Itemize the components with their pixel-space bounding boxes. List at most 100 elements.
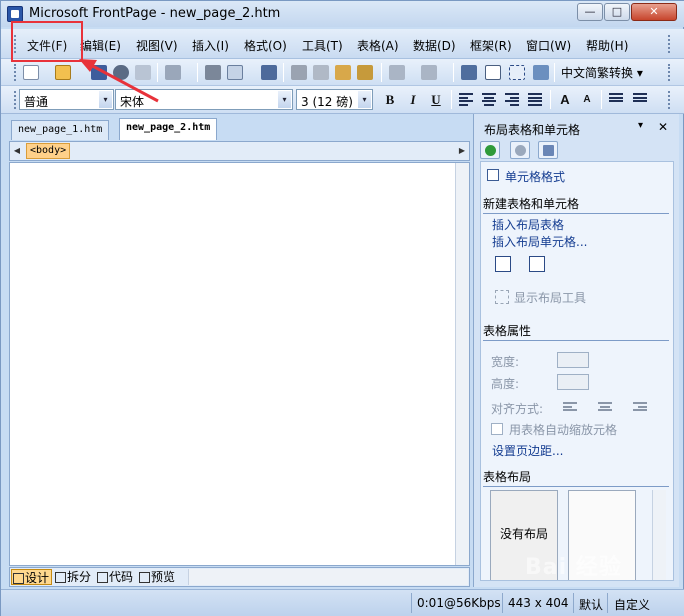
insert-layer-icon[interactable] — [509, 65, 525, 80]
font-size-dropdown-icon[interactable]: ▾ — [358, 91, 371, 108]
task-pane-close-icon[interactable]: ✕ — [658, 120, 668, 134]
task-pane-header: 布局表格和单元格 ▾ ✕ — [474, 114, 680, 140]
status-bar: 0:01@56Kbps 443 x 404 默认 自定义 — [1, 589, 684, 616]
undo-icon[interactable] — [389, 65, 405, 80]
font-dropdown-icon[interactable]: ▾ — [278, 91, 291, 108]
toolbar-grip-handle[interactable] — [14, 64, 17, 81]
bullet-list-icon[interactable] — [633, 93, 647, 106]
align-left-icon[interactable] — [459, 93, 473, 106]
task-pane-menu-icon[interactable]: ▾ — [638, 120, 643, 131]
style-value: 普通 — [24, 95, 49, 109]
view-design-button[interactable]: 设计 — [11, 569, 53, 585]
web-component-icon[interactable] — [165, 65, 181, 80]
justify-icon[interactable] — [528, 93, 542, 106]
close-button[interactable]: ✕ — [631, 3, 677, 21]
watermark: Bai 经验 — [525, 555, 622, 580]
default-status[interactable]: 默认 — [579, 596, 603, 613]
spelling-icon[interactable] — [261, 65, 277, 80]
font-size-select[interactable]: 3 (12 磅) ▾ — [296, 89, 373, 110]
align-center-icon[interactable] — [482, 93, 496, 106]
task-pane-body: 单元格格式 新建表格和单元格 插入布局表格 插入布局单元格... 显示布局工具 … — [480, 161, 674, 581]
tab-new-page-2[interactable]: new_page_2.htm — [119, 118, 218, 140]
task-pane-title: 布局表格和单元格 — [484, 123, 581, 137]
menu-data[interactable]: 数据(D) — [413, 37, 456, 54]
menu-tools[interactable]: 工具(T) — [302, 37, 343, 54]
insert-layout-table-link[interactable]: 插入布局表格 — [492, 216, 564, 233]
home-icon[interactable] — [538, 141, 558, 159]
menu-insert[interactable]: 插入(I) — [192, 37, 229, 54]
show-layout-tools-label[interactable]: 显示布局工具 — [514, 289, 586, 306]
forward-icon[interactable] — [510, 141, 530, 159]
redo-icon[interactable] — [421, 65, 437, 80]
editor-vertical-scrollbar[interactable] — [455, 163, 469, 565]
menu-window[interactable]: 窗口(W) — [526, 37, 571, 54]
table-align-center-icon[interactable] — [598, 402, 612, 415]
web-component-insert-icon[interactable] — [461, 65, 477, 80]
draw-layout-cell-icon[interactable] — [529, 256, 545, 272]
tab-new-page-1[interactable]: new_page_1.htm — [11, 120, 110, 140]
insert-picture-icon[interactable] — [533, 65, 549, 80]
preview-icon[interactable] — [227, 65, 243, 80]
table-align-left-icon[interactable] — [563, 402, 577, 415]
cut-icon[interactable] — [291, 65, 307, 80]
menu-table[interactable]: 表格(A) — [357, 37, 399, 54]
toolbar-separator — [197, 63, 198, 82]
print-icon[interactable] — [205, 65, 221, 80]
open-folder-icon[interactable] — [55, 65, 71, 80]
toolbar-separator — [453, 63, 454, 82]
height-input[interactable] — [557, 374, 589, 390]
set-margins-link[interactable]: 设置页边距... — [492, 442, 563, 459]
format-overflow-handle[interactable] — [668, 91, 671, 109]
toolbar-overflow-handle[interactable] — [668, 64, 671, 81]
font-select[interactable]: 宋体 ▾ — [115, 89, 293, 110]
view-split-button[interactable]: 拆分 — [54, 569, 91, 585]
custom-status[interactable]: 自定义 — [614, 596, 650, 613]
width-input[interactable] — [557, 352, 589, 368]
insert-layout-cell-link[interactable]: 插入布局单元格... — [492, 233, 587, 250]
format-grip-handle[interactable] — [14, 91, 17, 109]
decrease-font-button[interactable]: A — [578, 91, 596, 109]
menu-overflow-handle[interactable] — [668, 35, 671, 53]
menu-bar: 文件(F) 编辑(E) 视图(V) 插入(I) 格式(O) 工具(T) 表格(A… — [1, 29, 684, 59]
page-size-status: 443 x 404 — [508, 596, 569, 610]
copy-icon[interactable] — [313, 65, 329, 80]
editor-horizontal-scrollbar[interactable] — [188, 569, 468, 585]
minimize-button[interactable]: — — [577, 3, 603, 21]
tag-scroll-left-icon[interactable]: ◀ — [11, 143, 23, 159]
cell-format-link[interactable]: 单元格格式 — [505, 168, 565, 185]
increase-font-button[interactable]: A — [556, 91, 574, 109]
publish-icon[interactable] — [135, 65, 151, 80]
menu-frames[interactable]: 框架(R) — [470, 37, 512, 54]
search-icon[interactable] — [113, 65, 129, 80]
menu-edit[interactable]: 编辑(E) — [80, 37, 121, 54]
align-right-icon[interactable] — [505, 93, 519, 106]
menu-format[interactable]: 格式(O) — [244, 37, 287, 54]
menu-help[interactable]: 帮助(H) — [586, 37, 628, 54]
view-preview-button[interactable]: 预览 — [138, 569, 175, 585]
maximize-button[interactable]: □ — [604, 3, 630, 21]
save-icon[interactable] — [91, 65, 107, 80]
style-select[interactable]: 普通 ▾ — [19, 89, 114, 110]
format-painter-icon[interactable] — [357, 65, 373, 80]
body-tag-button[interactable]: <body> — [26, 143, 71, 159]
formatting-toolbar: 普通 ▾ 宋体 ▾ 3 (12 磅) ▾ B I U A A — [1, 86, 684, 114]
frontpage-window: Microsoft FrontPage - new_page_2.htm — □… — [0, 0, 684, 616]
style-dropdown-icon[interactable]: ▾ — [99, 91, 112, 108]
underline-button[interactable]: U — [427, 91, 445, 109]
tag-scroll-right-icon[interactable]: ▶ — [456, 143, 468, 159]
layout-gallery-scrollbar[interactable] — [652, 490, 666, 580]
new-page-icon[interactable] — [23, 65, 39, 80]
numbered-list-icon[interactable] — [609, 93, 623, 106]
italic-button[interactable]: I — [404, 91, 422, 109]
table-align-right-icon[interactable] — [633, 402, 647, 415]
chinese-conversion-button[interactable]: 中文简繁转换 ▾ — [561, 64, 643, 82]
view-code-button[interactable]: 代码 — [96, 569, 133, 585]
design-editor[interactable] — [9, 162, 470, 566]
menu-view[interactable]: 视图(V) — [136, 37, 178, 54]
paste-icon[interactable] — [335, 65, 351, 80]
draw-layout-table-icon[interactable] — [495, 256, 511, 272]
back-icon[interactable] — [480, 141, 500, 159]
insert-table-icon[interactable] — [485, 65, 501, 80]
autoscale-checkbox[interactable] — [491, 423, 503, 435]
bold-button[interactable]: B — [381, 91, 399, 109]
